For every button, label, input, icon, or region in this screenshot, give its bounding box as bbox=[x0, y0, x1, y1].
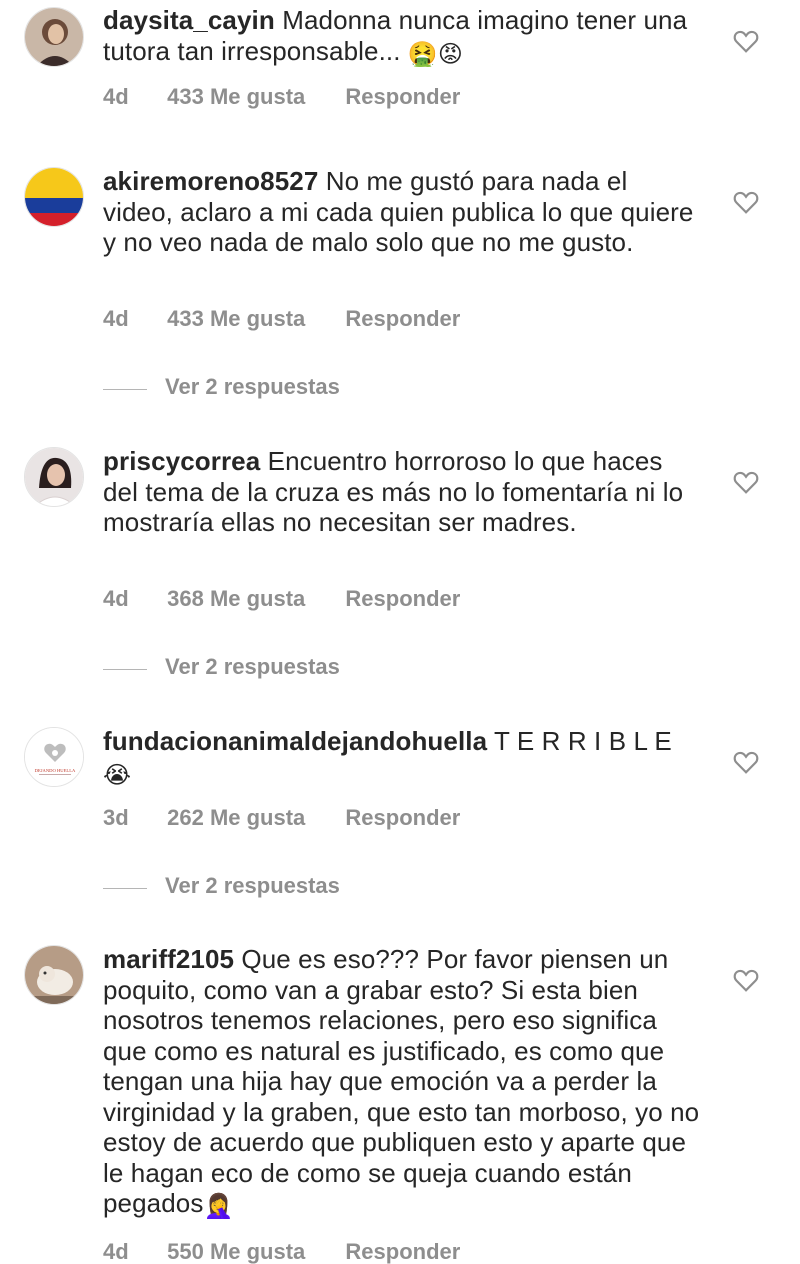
comment-likes[interactable]: 550 Me gusta bbox=[167, 1239, 305, 1264]
comment-username[interactable]: mariff2105 bbox=[103, 944, 234, 974]
avatar[interactable] bbox=[24, 167, 84, 227]
heart-outline-icon[interactable] bbox=[733, 750, 759, 774]
heart-outline-icon[interactable] bbox=[733, 470, 759, 494]
reply-button[interactable]: Responder bbox=[345, 84, 460, 110]
avatar[interactable]: DEJANDO HUELLA bbox=[24, 727, 84, 787]
divider-line bbox=[103, 669, 147, 670]
comment-text: T E R R I B L E bbox=[494, 726, 672, 756]
comment-time: 4d bbox=[103, 586, 129, 611]
comment-emoji: 😭 bbox=[103, 761, 132, 789]
comment-likes[interactable]: 433 Me gusta bbox=[167, 306, 305, 332]
avatar[interactable] bbox=[24, 945, 84, 1005]
comment-username[interactable]: daysita_cayin bbox=[103, 5, 275, 35]
divider-line bbox=[103, 888, 147, 889]
user-photo-avatar bbox=[25, 8, 83, 66]
reply-button[interactable]: Responder bbox=[345, 306, 460, 332]
comment-meta: 4d 368 Me gusta Responder bbox=[103, 586, 460, 612]
reply-button[interactable]: Responder bbox=[345, 1239, 460, 1264]
comment-meta: 4d 433 Me gusta Responder bbox=[103, 306, 460, 332]
reply-button[interactable]: Responder bbox=[345, 586, 460, 612]
comment-username[interactable]: fundacionanimaldejandohuella bbox=[103, 726, 487, 756]
heart-outline-icon[interactable] bbox=[733, 190, 759, 214]
user-photo-avatar bbox=[25, 448, 83, 506]
comment-time: 4d bbox=[103, 84, 129, 109]
comment-meta: 4d 433 Me gusta Responder bbox=[103, 84, 460, 110]
view-replies-label: Ver 2 respuestas bbox=[165, 873, 340, 898]
foundation-logo-text: DEJANDO HUELLA bbox=[35, 768, 76, 773]
comment-likes[interactable]: 433 Me gusta bbox=[167, 84, 305, 110]
foundation-logo-avatar: DEJANDO HUELLA bbox=[25, 728, 83, 786]
heart-outline-icon[interactable] bbox=[733, 29, 759, 53]
divider-line bbox=[103, 389, 147, 390]
heart-outline-icon[interactable] bbox=[733, 968, 759, 992]
comment-time: 4d bbox=[103, 306, 129, 331]
comment-text: Que es eso??? Por favor piensen un poqui… bbox=[103, 944, 700, 1218]
colombia-flag-avatar bbox=[25, 168, 83, 226]
comment-username[interactable]: priscycorrea bbox=[103, 446, 260, 476]
comment-likes[interactable]: 368 Me gusta bbox=[167, 586, 305, 612]
user-photo-avatar bbox=[25, 946, 83, 1004]
comment-time: 3d bbox=[103, 805, 129, 830]
view-replies-label: Ver 2 respuestas bbox=[165, 374, 340, 399]
view-replies-label: Ver 2 respuestas bbox=[165, 654, 340, 679]
comment-meta: 3d 262 Me gusta Responder bbox=[103, 805, 460, 831]
avatar[interactable] bbox=[24, 7, 84, 67]
reply-button[interactable]: Responder bbox=[345, 805, 460, 831]
comment-emoji: 🤦‍♀️ bbox=[203, 1193, 234, 1220]
comment-meta: 4d 550 Me gusta Responder bbox=[103, 1239, 460, 1264]
comment-time: 4d bbox=[103, 1239, 129, 1264]
avatar[interactable] bbox=[24, 447, 84, 507]
comment-likes[interactable]: 262 Me gusta bbox=[167, 805, 305, 831]
comment-username[interactable]: akiremoreno8527 bbox=[103, 166, 318, 196]
comment-emoji: 🤮😡 bbox=[407, 40, 463, 68]
